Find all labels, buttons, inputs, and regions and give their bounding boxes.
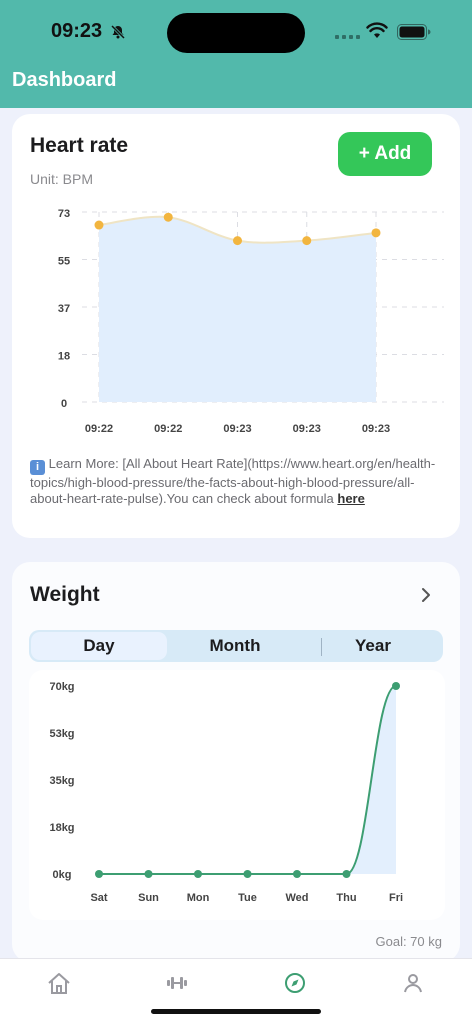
home-icon[interactable] [46,971,72,997]
hr-point [233,236,242,246]
add-heart-rate-button[interactable]: + Add [338,132,432,176]
cellular-signal-icon [335,35,360,39]
here-link[interactable]: here [337,491,364,506]
battery-icon [397,24,431,40]
wt-x-tick: Tue [238,892,257,904]
wt-point [392,682,400,690]
learn-more-link[interactable]: Learn More: [All About Heart Rate](https… [30,456,435,506]
hr-y-tick: 55 [58,256,70,268]
wt-x-tick: Mon [187,892,210,904]
hr-x-tick: 09:23 [293,423,321,435]
wt-point [342,870,351,878]
wt-x-tick: Sun [138,892,159,904]
wt-x-tick: Wed [285,892,308,904]
heart-rate-chart: 73 55 37 18 0 09:22 09:22 09:23 09:23 09:23 [58,208,444,435]
weight-goal: Goal: 70 kg [375,934,443,949]
wt-point [293,870,301,878]
page-title: Dashboard [12,69,117,91]
wt-y-tick: 53kg [49,728,74,740]
period-segmented-control: Day Month Year [29,630,443,662]
hr-point [371,228,381,238]
hr-y-tick: 18 [58,351,70,363]
app-header: 09:23 Dashboard [0,0,472,108]
wt-y-tick: 70kg [49,681,74,693]
weight-title: Weight [30,583,100,606]
wt-point [194,870,202,878]
segment-day[interactable]: Day [31,632,167,660]
dumbbell-icon[interactable] [165,971,189,995]
segment-month[interactable]: Month [167,630,303,662]
wt-y-tick: 18kg [49,822,74,834]
heart-rate-unit: Unit: BPM [30,171,94,187]
weight-chart: 70kg 53kg 35kg 18kg 0kg Sat Sun Mon Tue Wed Thu Fri [49,681,403,904]
bell-off-icon [110,24,126,40]
compass-icon[interactable] [283,971,307,995]
home-indicator [151,1009,321,1014]
learn-more-text: i Learn More: [All About Heart Rate](htt… [30,456,445,507]
hr-x-tick: 09:23 [223,423,251,435]
status-time: 09:23 [51,20,103,42]
wt-x-tick: Sat [90,892,107,904]
segment-year[interactable]: Year [305,630,441,662]
hr-x-tick: 09:22 [85,423,113,435]
wt-y-tick: 0kg [53,869,72,881]
wt-point [95,870,103,878]
profile-icon[interactable] [401,971,425,995]
hr-y-tick: 73 [58,208,70,220]
chevron-right-icon[interactable] [420,586,432,604]
tab-bar [0,958,472,1024]
hr-y-tick: 0 [61,398,67,410]
wt-x-tick: Fri [389,892,403,904]
wt-point [144,870,153,878]
heart-rate-title: Heart rate [30,134,129,157]
hr-point [302,236,312,246]
wifi-icon [366,22,388,38]
hr-x-tick: 09:22 [154,423,182,435]
wt-point [243,870,252,878]
wt-x-tick: Thu [336,892,356,904]
hr-point [163,212,173,222]
hr-y-tick: 37 [58,303,70,315]
dynamic-island [167,13,305,53]
hr-point [94,220,104,230]
hr-x-tick: 09:23 [362,423,390,435]
heart-rate-card: Heart rate Unit: BPM + Add 73 55 37 18 0 09:2… [12,114,460,538]
weight-card[interactable]: Weight Day Month Year 70kg 53kg 35kg 18kg 0k… [12,562,460,962]
wt-y-tick: 35kg [49,775,74,787]
info-icon: i [30,460,45,475]
